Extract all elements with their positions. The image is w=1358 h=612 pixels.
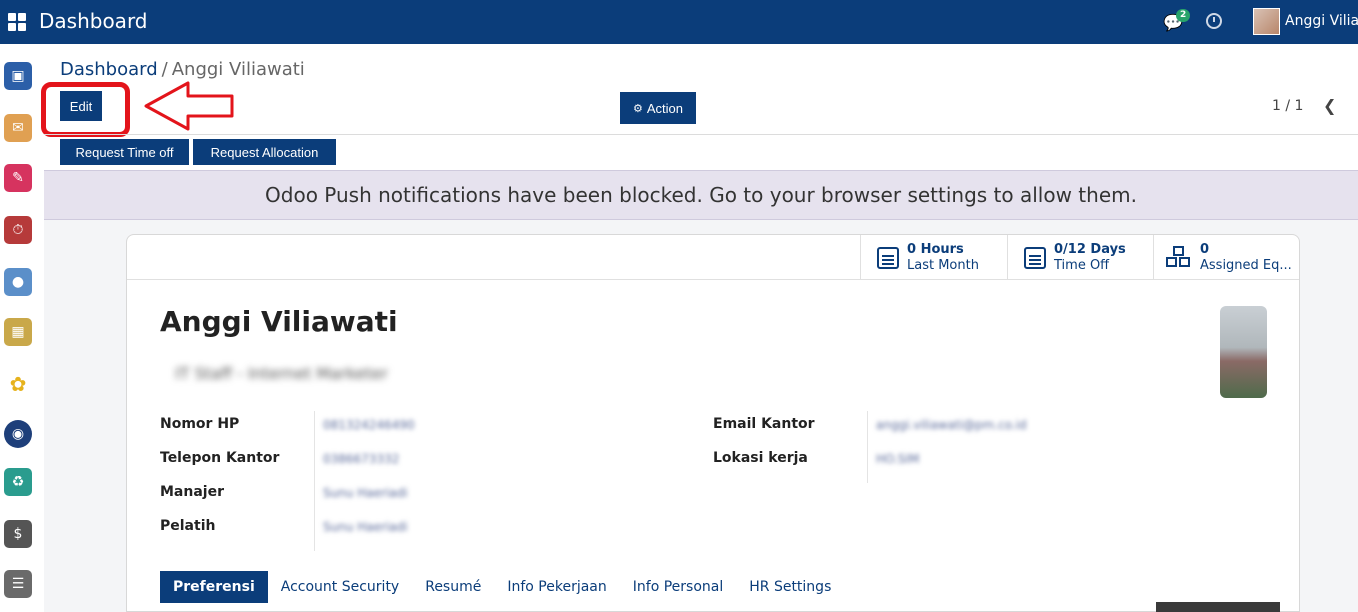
note-icon[interactable]: ☰: [4, 570, 32, 598]
user-clock-icon[interactable]: ●: [4, 268, 32, 296]
user-name[interactable]: Anggi Viliawati: [1285, 13, 1358, 29]
calendar-icon: [877, 246, 899, 269]
stat-label: Assigned Eq...: [1200, 257, 1292, 273]
stat-label: Last Month: [907, 257, 979, 273]
stat-value: 0: [1200, 241, 1210, 257]
request-time-off-button[interactable]: Request Time off: [60, 139, 189, 165]
field-value[interactable]: 0386673332: [323, 452, 399, 466]
field-separator: [867, 411, 868, 483]
annotation-arrow-icon: [144, 81, 234, 131]
smart-buttons-bar: 0 Hours Last Month 0/12 Days Time Off 0 …: [127, 235, 1299, 280]
inbox-icon[interactable]: ✉: [4, 114, 32, 142]
globe-icon[interactable]: ◉: [4, 420, 32, 448]
calendar-icon[interactable]: ▦: [4, 318, 32, 346]
stat-label: Time Off: [1054, 257, 1110, 273]
app-title[interactable]: Dashboard: [39, 9, 148, 33]
request-allocation-button[interactable]: Request Allocation: [193, 139, 336, 165]
stopwatch-icon[interactable]: ⏱: [4, 216, 32, 244]
push-notification-banner: Odoo Push notifications have been blocke…: [44, 170, 1358, 220]
employee-name[interactable]: Anggi Viliawati: [160, 305, 398, 338]
field-value[interactable]: Sunu Haeriadi: [323, 520, 408, 534]
user-dollar-icon[interactable]: $: [4, 520, 32, 548]
stat-time-off[interactable]: 0/12 Days Time Off: [1007, 235, 1153, 280]
field-label: Lokasi kerja: [713, 450, 808, 466]
leaf-icon[interactable]: ✿: [4, 370, 32, 398]
employee-job-title[interactable]: IT Staff - Internet Marketer: [175, 364, 388, 383]
stat-last-month[interactable]: 0 Hours Last Month: [860, 235, 1007, 280]
employee-photo[interactable]: [1220, 306, 1267, 398]
field-label: Nomor HP: [160, 416, 240, 432]
annotation-highlight-box: [41, 82, 130, 137]
tab-preferensi[interactable]: Preferensi: [160, 571, 268, 603]
breadcrumb-current: Anggi Viliawati: [171, 59, 305, 80]
employee-form-sheet: 0 Hours Last Month 0/12 Days Time Off 0 …: [126, 234, 1300, 612]
chevron-left-icon[interactable]: ❮: [1323, 96, 1336, 115]
recycle-icon[interactable]: ♻: [4, 468, 32, 496]
field-label: Pelatih: [160, 518, 216, 534]
field-label: Email Kantor: [713, 416, 815, 432]
activity-clock-icon[interactable]: [1206, 13, 1222, 29]
tab-account-security[interactable]: Account Security: [268, 571, 412, 603]
stat-assigned-equipment[interactable]: 0 Assigned Eq...: [1153, 235, 1299, 280]
field-value[interactable]: 081324246490: [323, 418, 415, 432]
chat-icon[interactable]: ✎: [4, 164, 32, 192]
form-tabs: Preferensi Account Security Resumé Info …: [160, 571, 844, 603]
field-value[interactable]: Sunu Haeriadi: [323, 486, 408, 500]
cubes-icon: [1166, 245, 1192, 270]
breadcrumb-parent[interactable]: Dashboard: [60, 59, 158, 80]
chat-window-edge[interactable]: [1156, 602, 1280, 612]
field-value[interactable]: HO.SIM: [876, 452, 919, 466]
apps-grid-icon[interactable]: [8, 13, 26, 31]
user-avatar[interactable]: [1253, 8, 1280, 35]
app-sidebar: ▣ ✉ ✎ ⏱ ● ▦ ✿ ◉ ♻ $ ☰: [0, 44, 38, 612]
tab-info-pekerjaan[interactable]: Info Pekerjaan: [494, 571, 619, 603]
field-label: Telepon Kantor: [160, 450, 280, 466]
action-button[interactable]: ⚙ Action: [620, 92, 696, 124]
field-value[interactable]: anggi.viliawati@pm.co.id: [876, 418, 1027, 432]
toolbar-divider: [44, 134, 1358, 135]
top-navbar: Dashboard 💬 2 Anggi Viliawati: [0, 0, 1358, 44]
stat-value: 0/12 Days: [1054, 241, 1126, 257]
breadcrumb-separator: /: [161, 59, 168, 80]
monitor-icon[interactable]: ▣: [4, 62, 32, 90]
field-separator: [314, 411, 315, 551]
pager-counter[interactable]: 1 / 1: [1272, 98, 1303, 114]
stat-value: 0 Hours: [907, 241, 964, 257]
tab-resume[interactable]: Resumé: [412, 571, 494, 603]
chat-badge: 2: [1176, 9, 1191, 22]
tab-hr-settings[interactable]: HR Settings: [736, 571, 844, 603]
action-label: Action: [646, 100, 683, 116]
calendar-icon: [1024, 246, 1046, 269]
gear-icon: ⚙: [632, 102, 643, 115]
tab-info-personal[interactable]: Info Personal: [620, 571, 736, 603]
field-label: Manajer: [160, 484, 224, 500]
breadcrumb: Dashboard / Anggi Viliawati: [60, 59, 305, 80]
